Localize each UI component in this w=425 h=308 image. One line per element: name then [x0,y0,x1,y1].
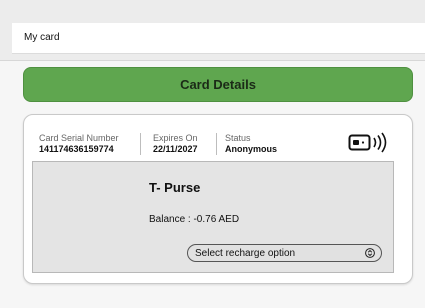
status-value: Anonymous [225,144,278,154]
card-name: My card [24,32,60,43]
expires-label: Expires On [153,133,198,143]
serial-value: 141174636159774 [39,144,114,154]
recharge-option-select[interactable]: Select recharge option [187,244,382,262]
purse-title: T- Purse [149,180,201,195]
card-details-button[interactable]: Card Details [23,67,413,102]
status-info: Status Anonymous [225,133,277,155]
info-divider [216,133,217,155]
info-divider [140,133,141,155]
status-label: Status [225,133,251,143]
chevron-updown-icon [365,248,375,258]
expiry-info: Expires On 22/11/2027 [153,133,198,155]
expires-value: 22/11/2027 [153,144,198,154]
recharge-select-value: Select recharge option [195,248,296,259]
t-purse-panel: T- Purse Balance : -0.76 AED Select rech… [32,161,394,273]
serial-label: Card Serial Number [39,133,119,143]
card-name-bar[interactable]: My card [12,23,425,54]
balance-text: Balance : -0.76 AED [149,214,240,225]
serial-info: Card Serial Number 141174636159774 [39,133,119,155]
contactless-card-icon [348,132,387,153]
card-panel: Card Serial Number 141174636159774 Expir… [23,114,413,284]
